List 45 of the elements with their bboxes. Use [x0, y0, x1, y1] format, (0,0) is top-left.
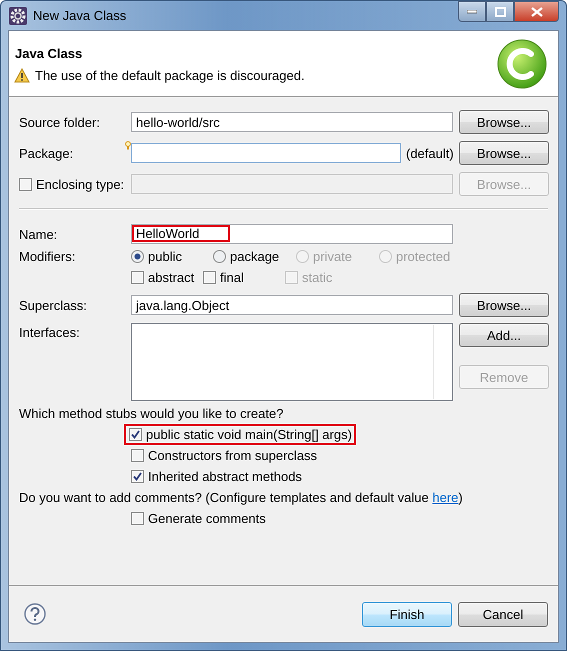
lightbulb-icon: [125, 141, 131, 150]
field-label: Interfaces:: [19, 324, 81, 340]
gear-icon: [9, 6, 27, 24]
generate-comments-checkbox[interactable]: Generate comments: [131, 511, 266, 526]
field-label: Name:: [19, 226, 58, 242]
stub-checkbox[interactable]: Inherited abstract methods: [131, 469, 302, 484]
minimize-icon: [467, 10, 477, 14]
default-package-label: (default): [406, 146, 454, 160]
source-folder-field[interactable]: hello-world/src: [131, 112, 453, 132]
warning-message: The use of the default package is discouraged.: [35, 68, 305, 83]
modifier-radio[interactable]: public: [131, 249, 213, 264]
enclosing-type-checkbox[interactable]: Enclosing type:: [19, 176, 131, 192]
field-label: Superclass:: [19, 298, 88, 312]
field-label: Source folder:: [19, 114, 101, 130]
close-button[interactable]: [514, 1, 559, 22]
dialog-button[interactable]: Cancel: [458, 602, 548, 626]
modifier-checkbox[interactable]: abstract: [131, 270, 203, 285]
dialog-button[interactable]: Finish: [362, 602, 452, 626]
maximize-icon: [494, 6, 506, 16]
close-icon: [530, 6, 542, 16]
window-title: New Java Class: [33, 8, 126, 23]
field-label: Package:: [19, 146, 74, 160]
field-label: Modifiers:: [19, 249, 76, 264]
browse-button[interactable]: Browse...: [459, 141, 549, 165]
stub-checkbox[interactable]: Constructors from superclass: [131, 448, 318, 463]
browse-button[interactable]: Browse...: [459, 110, 549, 134]
here-link[interactable]: here: [432, 490, 458, 505]
superclass-field[interactable]: java.lang.Object: [131, 295, 453, 315]
help-icon[interactable]: [24, 603, 46, 625]
package-field[interactable]: [131, 143, 401, 163]
minimize-button[interactable]: [458, 1, 486, 22]
comments-question: Do you want to add comments? (Configure templates and default value here): [19, 489, 464, 507]
warning-icon: [14, 68, 30, 83]
stub-checkbox[interactable]: public static void main(String[] args): [126, 426, 354, 443]
page-title: Java Class: [14, 46, 84, 61]
maximize-button[interactable]: [486, 1, 514, 22]
modifier-radio[interactable]: package: [213, 249, 296, 264]
interfaces-list[interactable]: [131, 323, 453, 401]
modifier-checkbox[interactable]: final: [203, 270, 285, 285]
enclosing-type-field[interactable]: [131, 174, 453, 194]
browse-button[interactable]: Browse...: [459, 293, 549, 317]
class-icon: [496, 38, 548, 90]
name-field[interactable]: HelloWorld: [131, 224, 453, 244]
stubs-question: Which method stubs would you like to create?: [19, 405, 284, 423]
list-action-button[interactable]: Add...: [459, 323, 549, 347]
